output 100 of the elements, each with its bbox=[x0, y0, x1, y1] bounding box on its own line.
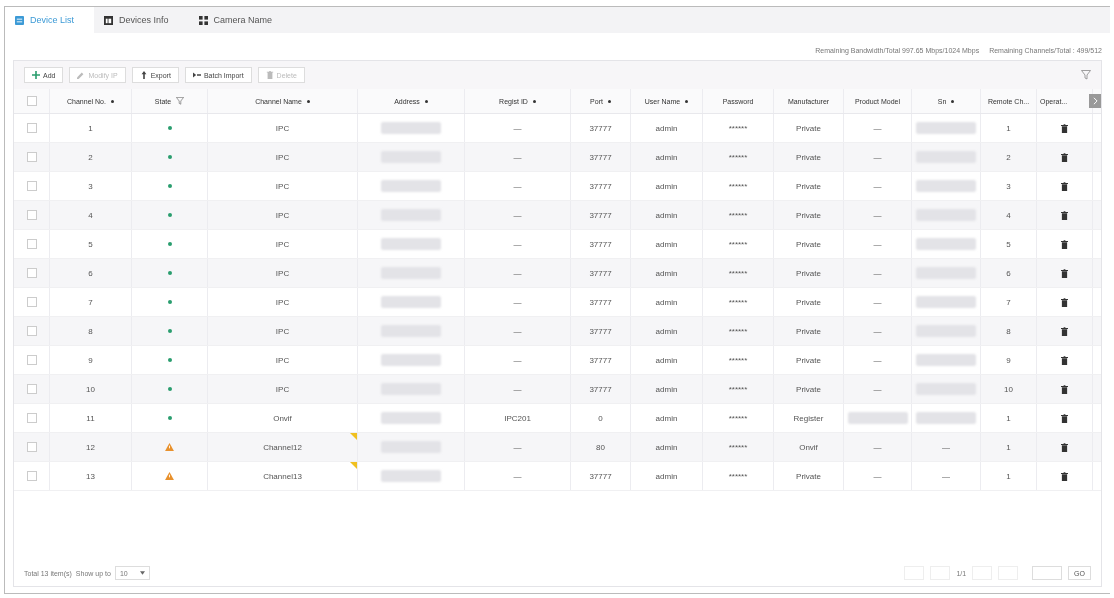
trash-icon[interactable] bbox=[1061, 181, 1068, 191]
redacted-bar bbox=[916, 122, 976, 134]
table-cell: IPC bbox=[275, 152, 290, 162]
sort-icon[interactable] bbox=[685, 99, 689, 103]
table-cell: 0 bbox=[598, 413, 603, 423]
table-cell: 1 bbox=[1006, 123, 1011, 133]
table-cell: — bbox=[513, 239, 522, 249]
table-cell: 37777 bbox=[589, 297, 612, 307]
table-cell: admin bbox=[655, 355, 678, 365]
trash-icon bbox=[265, 71, 274, 79]
table-cell: Private bbox=[796, 326, 821, 336]
trash-icon[interactable] bbox=[1061, 471, 1068, 481]
table-cell: admin bbox=[655, 413, 678, 423]
table-cell: ****** bbox=[728, 239, 748, 249]
sort-icon[interactable] bbox=[607, 99, 611, 103]
sort-icon[interactable] bbox=[424, 99, 428, 103]
table-cell: — bbox=[873, 326, 882, 336]
tab[interactable]: Devices Info bbox=[94, 7, 189, 33]
table-cell: — bbox=[873, 239, 882, 249]
trash-icon[interactable] bbox=[1061, 297, 1068, 307]
tab[interactable]: Camera Name bbox=[188, 7, 293, 33]
scroll-right-button[interactable] bbox=[1089, 94, 1101, 108]
table-cell: ****** bbox=[728, 326, 748, 336]
checkbox[interactable] bbox=[26, 181, 37, 191]
table-cell: Private bbox=[796, 239, 821, 249]
trash-icon[interactable] bbox=[1061, 123, 1068, 133]
checkbox[interactable] bbox=[26, 123, 37, 133]
checkbox[interactable] bbox=[26, 297, 37, 307]
table-cell: ****** bbox=[728, 152, 748, 162]
table-cell: Onvif bbox=[799, 442, 818, 452]
trash-icon[interactable] bbox=[1061, 239, 1068, 249]
table-cell: — bbox=[513, 326, 522, 336]
checkbox[interactable] bbox=[26, 355, 37, 365]
redacted-bar bbox=[916, 296, 976, 308]
checkbox[interactable] bbox=[26, 239, 37, 249]
table-cell: admin bbox=[655, 384, 678, 394]
table-cell: 6 bbox=[88, 268, 93, 278]
table-cell: 8 bbox=[1006, 326, 1011, 336]
checkbox[interactable] bbox=[26, 210, 37, 220]
table-cell: IPC bbox=[275, 297, 290, 307]
trash-icon[interactable] bbox=[1061, 355, 1068, 365]
table-cell: IPC bbox=[275, 268, 290, 278]
export-icon bbox=[139, 71, 148, 79]
checkbox[interactable] bbox=[26, 152, 37, 162]
redacted-bar bbox=[916, 412, 976, 424]
sort-icon[interactable] bbox=[306, 99, 310, 103]
table-cell: admin bbox=[655, 210, 678, 220]
table-cell: 1 bbox=[88, 123, 93, 133]
checkbox[interactable] bbox=[26, 413, 37, 423]
sort-icon[interactable] bbox=[110, 99, 114, 103]
trash-icon[interactable] bbox=[1061, 413, 1068, 423]
table-cell: — bbox=[942, 442, 950, 452]
trash-icon[interactable] bbox=[1061, 268, 1068, 278]
plus-icon bbox=[32, 71, 40, 79]
trash-icon[interactable] bbox=[1061, 442, 1068, 452]
filter-icon[interactable] bbox=[176, 97, 185, 105]
checkbox[interactable] bbox=[26, 442, 37, 452]
trash-icon[interactable] bbox=[1061, 326, 1068, 336]
table-cell: 37777 bbox=[589, 152, 612, 162]
table-cell: — bbox=[873, 181, 882, 191]
table-cell: 1 bbox=[1006, 471, 1011, 481]
table-cell: ****** bbox=[728, 355, 748, 365]
trash-icon[interactable] bbox=[1061, 210, 1068, 220]
table-cell: ****** bbox=[728, 413, 748, 423]
list-icon bbox=[15, 15, 24, 25]
table-cell: — bbox=[873, 210, 882, 220]
table-cell: IPC bbox=[275, 123, 290, 133]
sort-icon[interactable] bbox=[951, 99, 955, 103]
table-cell: — bbox=[513, 268, 522, 278]
filter-icon[interactable] bbox=[1081, 70, 1091, 80]
table-cell: ****** bbox=[728, 297, 748, 307]
sort-icon[interactable] bbox=[532, 99, 536, 103]
page-input[interactable] bbox=[1032, 566, 1063, 580]
trash-icon[interactable] bbox=[1061, 152, 1068, 162]
checkbox[interactable] bbox=[26, 326, 37, 336]
table-cell: 3 bbox=[88, 181, 93, 191]
checkbox[interactable] bbox=[26, 268, 37, 278]
checkbox[interactable] bbox=[26, 384, 37, 394]
table-cell: admin bbox=[655, 181, 678, 191]
table-cell: ****** bbox=[728, 181, 748, 191]
checkbox[interactable] bbox=[26, 96, 37, 106]
table-cell: admin bbox=[655, 326, 678, 336]
table-cell: admin bbox=[655, 297, 678, 307]
table-cell: — bbox=[513, 210, 522, 220]
table-cell: — bbox=[513, 355, 522, 365]
edit-icon bbox=[77, 71, 86, 79]
table-cell: 11 bbox=[86, 413, 95, 423]
table-cell: Channel13 bbox=[263, 471, 302, 481]
table-cell: Private bbox=[796, 152, 821, 162]
trash-icon[interactable] bbox=[1061, 384, 1068, 394]
table-cell: 37777 bbox=[589, 384, 612, 394]
table-cell: admin bbox=[655, 123, 678, 133]
table-cell: ****** bbox=[728, 123, 748, 133]
table-cell: IPC bbox=[275, 384, 290, 394]
checkbox[interactable] bbox=[26, 471, 37, 481]
table-cell: 7 bbox=[1006, 297, 1011, 307]
table-cell: 6 bbox=[1006, 268, 1011, 278]
table-cell: — bbox=[513, 152, 522, 162]
table-cell: Register bbox=[793, 413, 824, 423]
table-cell: 8 bbox=[88, 326, 93, 336]
